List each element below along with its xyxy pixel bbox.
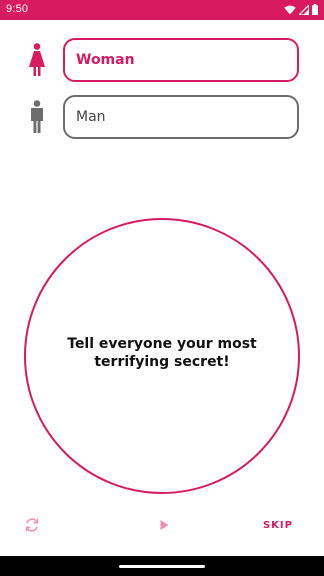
status-time: 9:50 <box>6 3 29 15</box>
man-name-input[interactable] <box>63 95 299 139</box>
wifi-icon <box>284 5 296 14</box>
battery-icon <box>312 4 318 15</box>
refresh-icon <box>25 518 39 532</box>
status-bar: 9:50 <box>0 0 324 20</box>
home-gesture-handle[interactable] <box>119 565 205 568</box>
navigation-bar <box>0 556 324 576</box>
woman-icon <box>29 43 45 76</box>
man-icon <box>31 100 43 133</box>
play-icon <box>160 520 169 530</box>
card-text: Tell everyone your most terrifying secre… <box>67 336 257 370</box>
status-icons <box>284 4 318 15</box>
cellular-signal-icon <box>299 4 309 15</box>
player-row-man <box>0 95 324 139</box>
skip-button[interactable]: SKIP <box>255 513 301 537</box>
refresh-button[interactable] <box>20 513 44 537</box>
player-row-woman <box>0 38 324 82</box>
woman-name-input[interactable] <box>63 38 299 82</box>
play-button[interactable] <box>152 513 176 537</box>
truth-dare-card[interactable]: Tell everyone your most terrifying secre… <box>24 218 300 494</box>
